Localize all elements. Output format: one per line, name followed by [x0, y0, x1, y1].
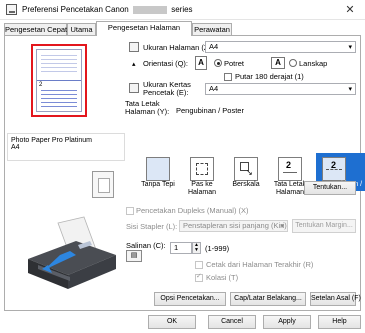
title-bar: Preferensi Pencetakan Canon series ✕ [0, 0, 365, 20]
chevron-down-icon: ▾ [348, 44, 352, 51]
stapling-side-select[interactable]: Penstapleran sisi panjang (Kiri) ▾ [179, 220, 288, 232]
copies-value: 1 [174, 243, 179, 252]
media-type: Photo Paper Pro Platinum [11, 137, 92, 144]
copies-spinner[interactable]: ▲ ▼ [192, 242, 201, 254]
media-info: Photo Paper Pro Platinum A4 [7, 133, 125, 161]
ok-button[interactable]: OK [148, 315, 196, 329]
duplex-checkbox[interactable] [126, 207, 134, 215]
duplex-label: Pencetakan Dupleks (Manual) (X) [136, 206, 249, 215]
paper-icon [92, 171, 114, 198]
stapling-side-label: Sisi Stapler (L): [126, 222, 178, 231]
help-button[interactable]: Help [318, 315, 361, 329]
layout-borderless-icon[interactable] [146, 157, 170, 181]
copies-label: Salinan (C): [126, 241, 166, 250]
print-from-last-page-checkbox[interactable] [195, 261, 203, 269]
copies-icon: ▤ [126, 250, 142, 262]
landscape-label: Lanskap [299, 59, 328, 68]
landscape-radio[interactable] [289, 59, 297, 67]
page-setup-panel: 2 Photo Paper Pro Platinum A4 Ukuran Hal… [4, 35, 365, 311]
window-title: Preferensi Pencetakan Canon series [22, 5, 193, 14]
layout-tiling-poster-icon[interactable]: 2 [322, 157, 346, 181]
copies-range: (1-999) [205, 244, 230, 253]
preview-column: 2 Photo Paper Pro Platinum A4 [6, 37, 125, 309]
page-size-value: A4 [209, 42, 219, 51]
page-layout-label: Tata Letak Halaman (Y): [125, 99, 170, 116]
printer-illustration-icon [28, 216, 116, 289]
layout-scaled-icon[interactable]: ↘ [234, 157, 258, 181]
window-title-prefix: Preferensi Pencetakan Canon [22, 5, 129, 14]
spin-down-icon[interactable]: ▼ [193, 248, 200, 253]
page-preview: 2 [31, 44, 87, 117]
apply-button[interactable]: Apply [263, 315, 311, 329]
print-from-last-page-label: Cetak dari Halaman Terakhir (R) [206, 260, 314, 269]
window-title-suffix: series [171, 5, 193, 14]
rotate180-checkbox[interactable] [224, 73, 232, 81]
printer-paper-size-label: Ukuran Kertas Pencetak (E): [143, 80, 191, 97]
orientation-bullet-icon: ▴ [132, 61, 136, 68]
defaults-button[interactable]: Setelan Asal (F) [310, 292, 361, 306]
layout-page-layout-icon[interactable]: 2 [278, 157, 302, 181]
portrait-radio[interactable] [214, 59, 222, 67]
stapling-side-value: Penstapleran sisi panjang (Kiri) [183, 221, 287, 230]
page-layout-current: Pengubinan / Poster [176, 106, 244, 115]
chevron-down-icon: ▾ [280, 223, 284, 230]
specify-margin-button[interactable]: Tentukan Margin... [292, 219, 356, 233]
layout-fit-to-page-label: Pas ke Halaman [187, 181, 216, 196]
printer-paper-size-select[interactable]: A4 ▾ [205, 83, 356, 95]
portrait-icon: A [195, 56, 207, 70]
rotate180-label: Putar 180 derajat (1) [235, 72, 304, 81]
media-size: A4 [11, 144, 20, 151]
specify-button[interactable]: Tentukan... [304, 181, 356, 195]
collate-label: Kolasi (T) [206, 273, 239, 282]
orientation-label: Orientasi (Q): [143, 59, 189, 68]
printer-paper-size-value: A4 [209, 84, 219, 93]
printer-app-icon [6, 4, 17, 15]
stamp-background-button[interactable]: Cap/Latar Belakang... [230, 292, 306, 306]
printer-paper-size-icon [129, 83, 139, 93]
cancel-button[interactable]: Cancel [208, 315, 256, 329]
layout-scaled-label: Berskala [232, 181, 260, 188]
layout-fit-to-page-icon[interactable] [190, 157, 214, 181]
layout-borderless-label: Tanpa Tepi [141, 181, 175, 188]
landscape-icon: A [271, 57, 285, 69]
chevron-down-icon: ▾ [348, 86, 352, 93]
copies-input[interactable]: 1 [170, 242, 192, 254]
preview-page-number: 2 [39, 82, 43, 88]
tab-page-setup[interactable]: Pengesetan Halaman [96, 21, 192, 36]
page-size-select[interactable]: A4 ▾ [205, 41, 356, 53]
page-size-icon [129, 42, 139, 52]
redacted-model-name [132, 5, 167, 14]
close-icon[interactable]: ✕ [343, 3, 357, 17]
portrait-label: Potret [224, 59, 245, 68]
print-options-button[interactable]: Opsi Pencetakan... [154, 292, 226, 306]
page-size-label: Ukuran Halaman (Z): [143, 43, 214, 52]
collate-checkbox[interactable]: ✓ [195, 273, 203, 282]
